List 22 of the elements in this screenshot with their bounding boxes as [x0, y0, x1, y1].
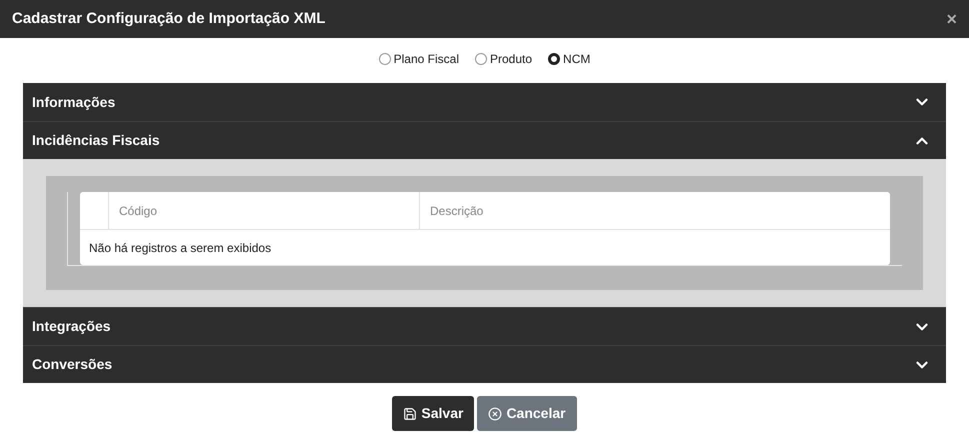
close-button[interactable]: × — [946, 10, 957, 28]
radio-option[interactable]: Produto — [475, 51, 532, 67]
column-header: Descrição — [429, 202, 484, 220]
save-button[interactable]: Salvar — [392, 396, 474, 431]
empty-message: Não há registros a serem exibidos — [89, 240, 272, 256]
radio-button[interactable] — [548, 53, 560, 65]
section-title: Informações — [32, 92, 116, 112]
accordion-header[interactable]: Incidências Fiscais — [23, 121, 946, 159]
radio-button[interactable] — [378, 53, 391, 65]
accordion-header[interactable]: Conversões — [23, 345, 946, 383]
accordion-header[interactable]: Integrações — [23, 307, 946, 345]
close-circle-icon — [488, 406, 502, 420]
cancel-button[interactable]: Cancelar — [477, 396, 577, 431]
window-title: Cadastrar Configuração de Importação XML — [12, 8, 326, 29]
section-title: Incidências Fiscais — [32, 131, 160, 150]
column-header: Código — [109, 192, 420, 229]
radio-option[interactable]: Plano Fiscal — [378, 51, 459, 67]
section-title: Integrações — [32, 317, 111, 336]
accordion-header[interactable]: Informações — [23, 83, 946, 121]
section-title: Conversões — [32, 355, 112, 374]
radio-button[interactable] — [475, 53, 487, 65]
radio-option[interactable]: NCM — [548, 51, 590, 67]
